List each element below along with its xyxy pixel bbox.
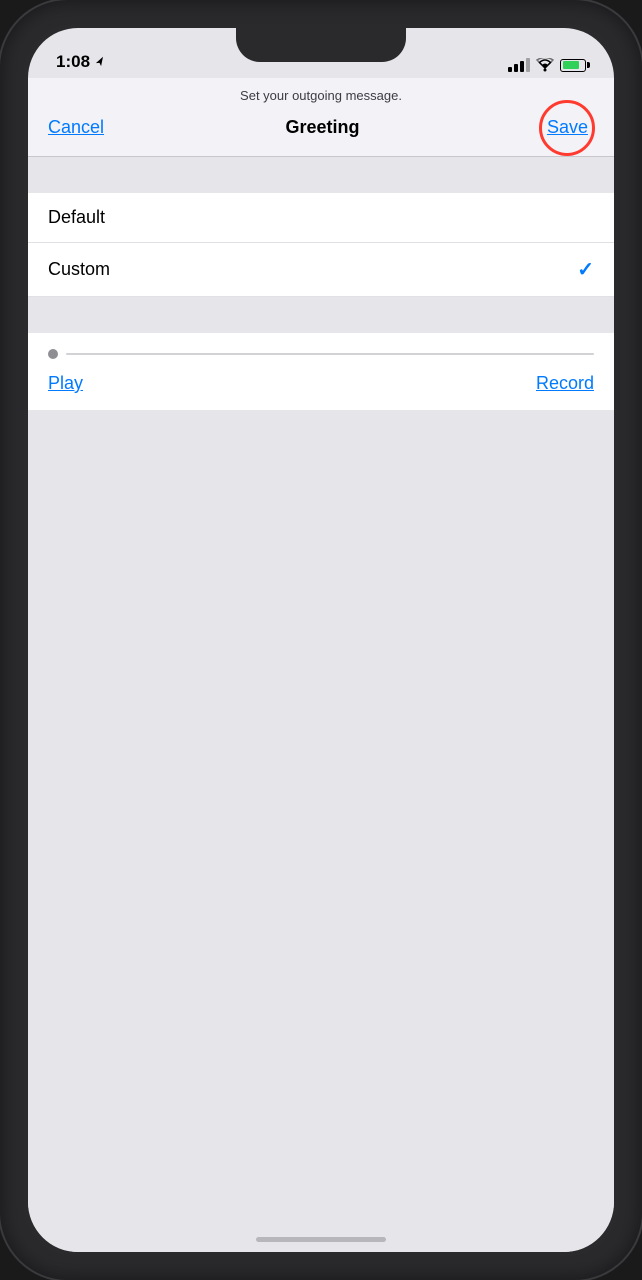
notch — [236, 28, 406, 62]
phone-screen: 1:08 — [28, 28, 614, 1252]
page-title: Greeting — [285, 117, 359, 138]
list-item-custom[interactable]: Custom ✓ — [28, 243, 614, 297]
save-button-wrapper: Save — [541, 113, 594, 142]
audio-controls: Play Record — [28, 363, 614, 410]
home-indicator — [256, 1237, 386, 1242]
greeting-list: Default Custom ✓ — [28, 193, 614, 297]
list-item-default[interactable]: Default — [28, 193, 614, 243]
scrubber-track — [66, 353, 594, 355]
time-display: 1:08 — [56, 52, 90, 72]
scrubber-handle — [48, 349, 58, 359]
save-button[interactable]: Save — [541, 113, 594, 142]
record-button[interactable]: Record — [536, 373, 594, 394]
nav-bar: Set your outgoing message. Cancel Greeti… — [28, 78, 614, 157]
section-separator-1 — [28, 157, 614, 193]
audio-scrubber[interactable] — [28, 333, 614, 363]
nav-row: Cancel Greeting Save — [48, 113, 594, 142]
custom-label: Custom — [48, 259, 110, 280]
wifi-icon — [536, 58, 554, 72]
signal-icon — [508, 58, 530, 72]
cancel-button[interactable]: Cancel — [48, 117, 104, 138]
bottom-content-area — [28, 410, 614, 1252]
battery-icon — [560, 59, 586, 72]
status-icons — [508, 58, 586, 72]
audio-section: Play Record — [28, 333, 614, 410]
checkmark-icon: ✓ — [577, 257, 594, 282]
nav-subtitle: Set your outgoing message. — [48, 88, 594, 103]
location-icon — [94, 56, 106, 68]
section-separator-2 — [28, 297, 614, 333]
status-time: 1:08 — [56, 52, 106, 72]
play-button[interactable]: Play — [48, 373, 83, 394]
default-label: Default — [48, 207, 105, 228]
phone-frame: 1:08 — [0, 0, 642, 1280]
